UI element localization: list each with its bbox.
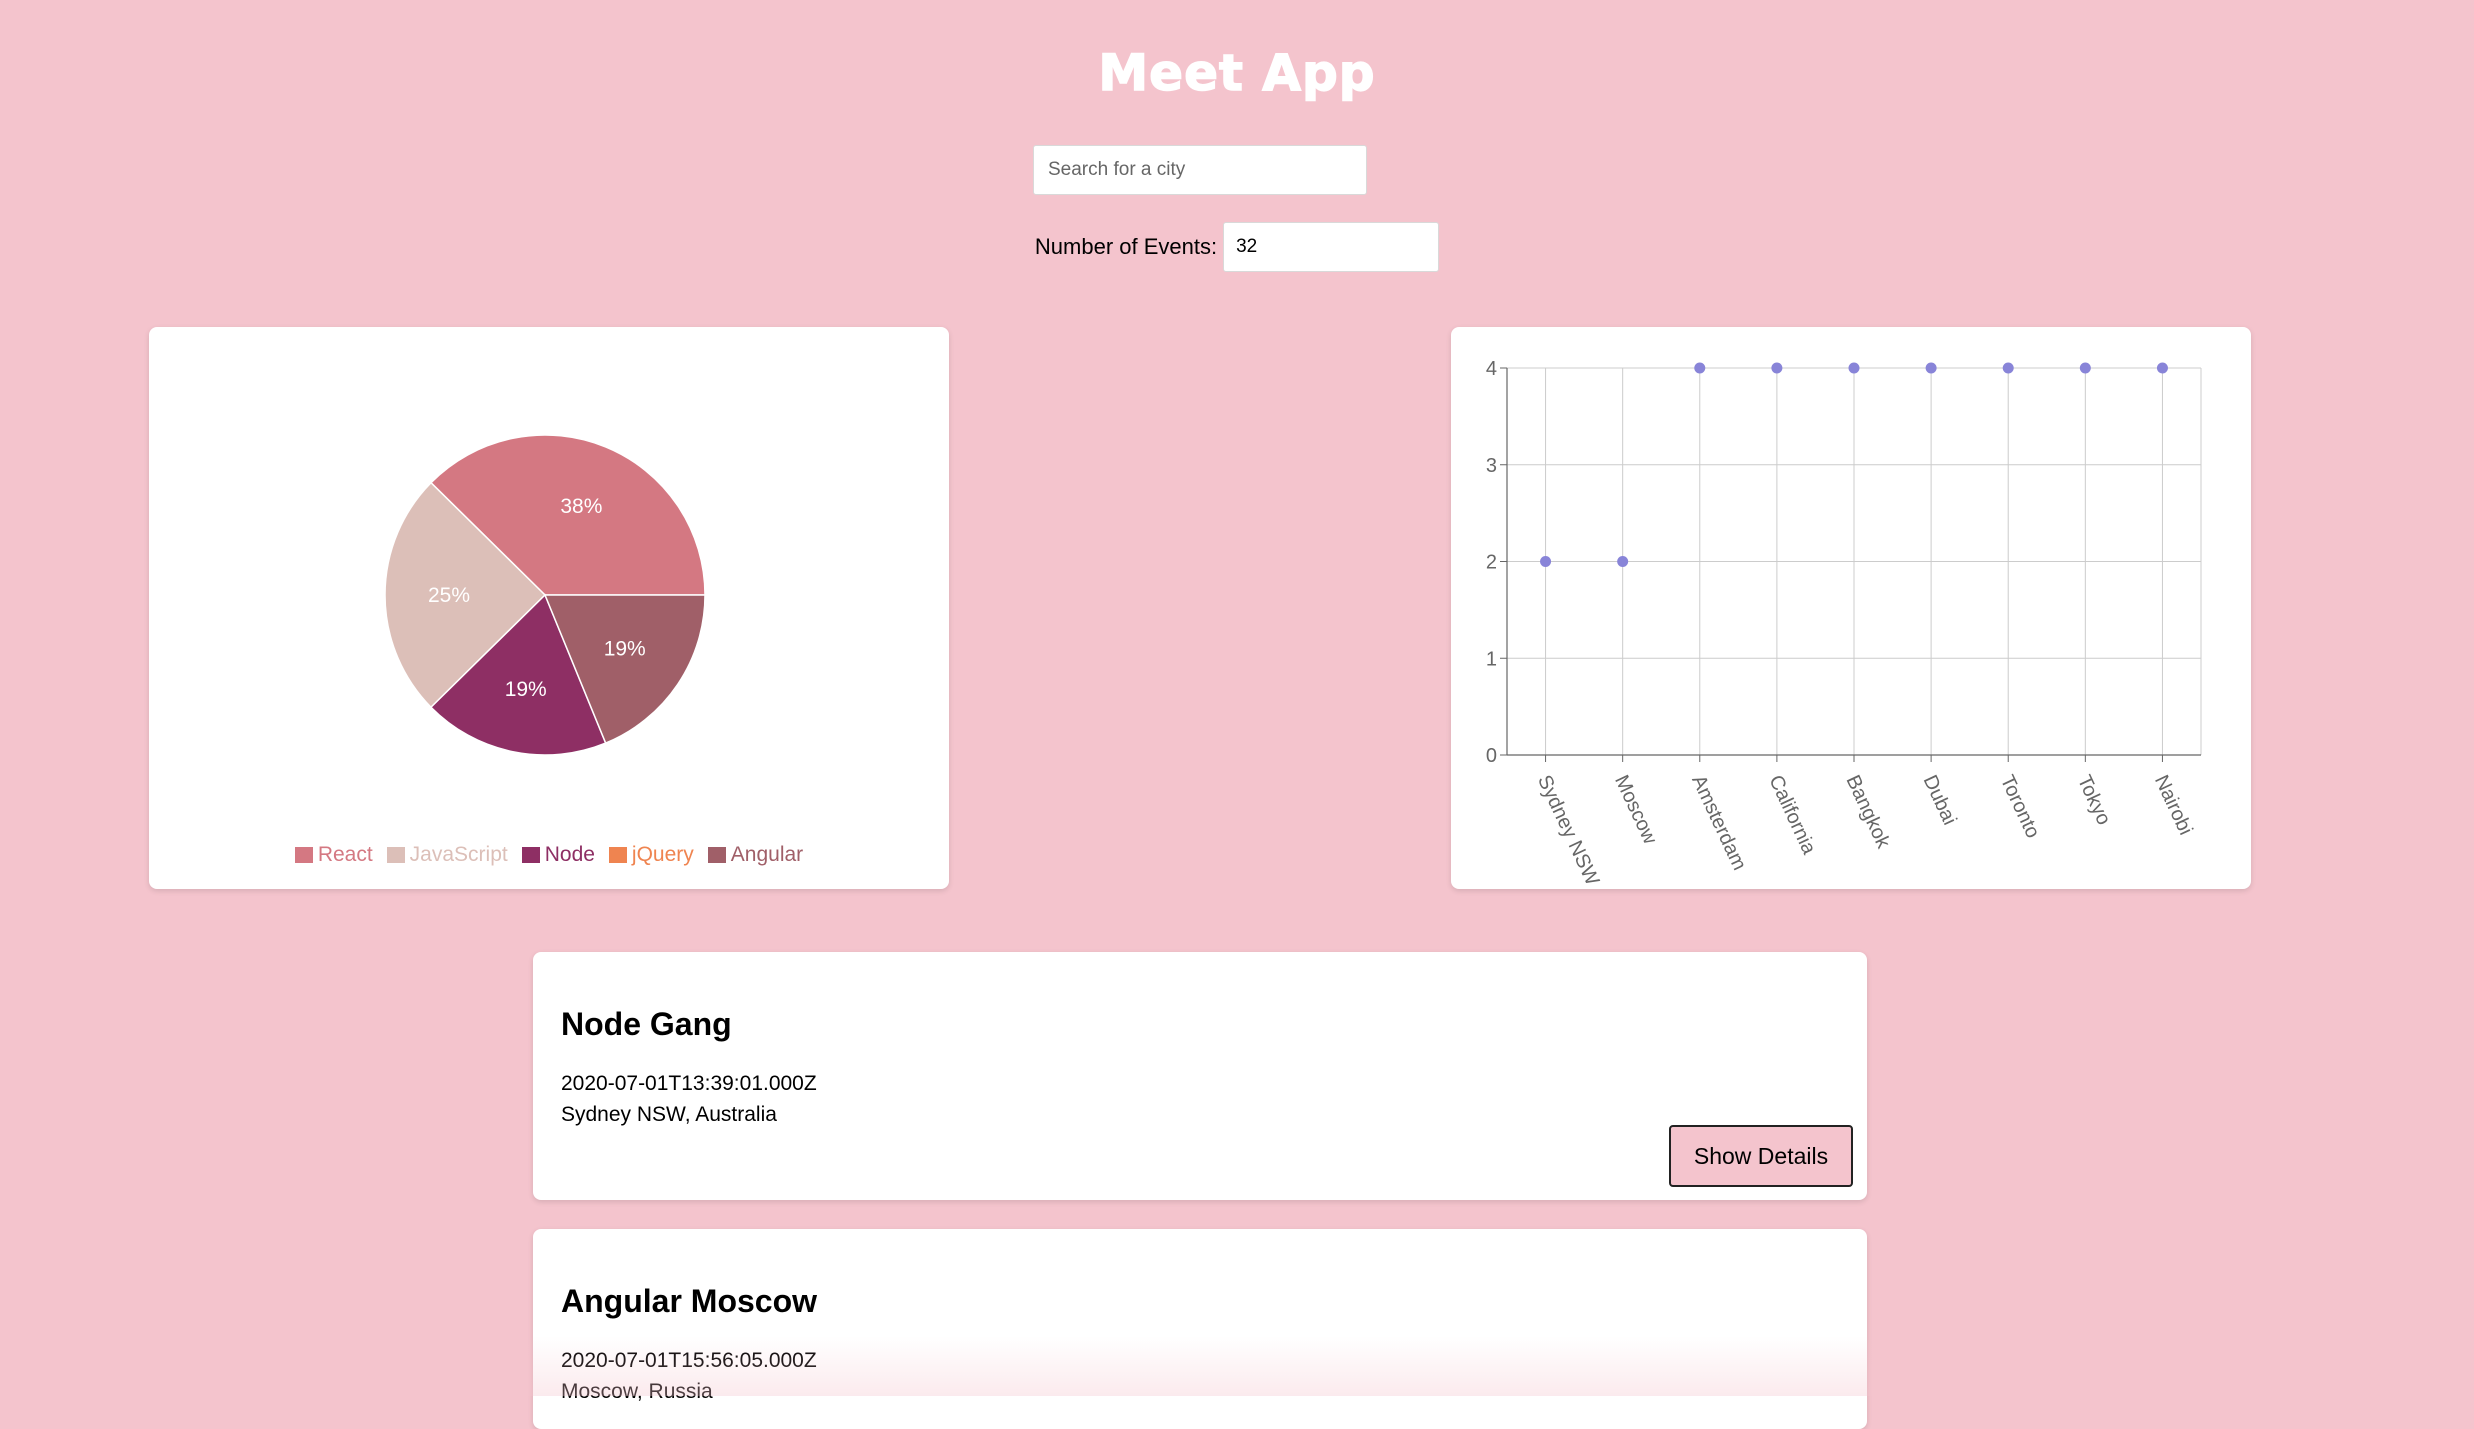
y-tick-label: 0 bbox=[1486, 745, 1497, 767]
x-tick-label: Toronto bbox=[1996, 772, 2044, 842]
legend-swatch bbox=[707, 847, 726, 863]
number-of-events-input[interactable] bbox=[1223, 222, 1440, 272]
legend-item-jquery: jQuery bbox=[608, 843, 694, 867]
legend-label: jQuery bbox=[631, 843, 694, 866]
legend-swatch bbox=[608, 847, 627, 863]
scatter-point-dubai bbox=[1925, 362, 1937, 374]
x-tick-label: Dubai bbox=[1919, 772, 1961, 829]
scatter-point-amsterdam bbox=[1694, 362, 1706, 374]
legend-label: Node bbox=[544, 843, 595, 866]
app-title: Meet App bbox=[1098, 43, 1376, 103]
y-tick-label: 1 bbox=[1486, 648, 1497, 670]
x-tick-label: Amsterdam bbox=[1687, 772, 1750, 874]
x-tick-label: Bangkok bbox=[1841, 772, 1894, 853]
scatter-point-california bbox=[1771, 362, 1783, 374]
scatter-point-bangkok bbox=[1848, 362, 1860, 374]
pie-slice-label: 19% bbox=[505, 678, 547, 701]
genre-pie-chart: 38% 25% 19% 19% bbox=[384, 434, 706, 756]
legend-item-angular: Angular bbox=[707, 843, 804, 867]
pie-slice-label: 19% bbox=[604, 637, 646, 660]
scatter-point-toronto bbox=[2002, 362, 2014, 374]
legend-swatch bbox=[521, 847, 540, 863]
event-card: Node Gang 2020-07-01T13:39:01.000Z Sydne… bbox=[533, 952, 1867, 1200]
city-search-input[interactable] bbox=[1033, 145, 1367, 195]
pie-slice-label: 25% bbox=[428, 584, 470, 607]
legend-label: React bbox=[317, 843, 373, 866]
legend-item-javascript: JavaScript bbox=[386, 843, 508, 867]
y-tick-label: 2 bbox=[1486, 552, 1497, 574]
scatter-point-sydney-nsw bbox=[1540, 556, 1552, 567]
city-scatter-chart: 0 1 2 3 4 Sydney NSW Moscow Amsterdam California… bbox=[1486, 358, 2202, 889]
event-name: Angular Moscow bbox=[561, 1283, 818, 1319]
scatter-point-nairobi bbox=[2156, 362, 2168, 374]
x-tick-label: California bbox=[1764, 772, 1820, 859]
event-date: 2020-07-01T13:39:01.000Z bbox=[561, 1072, 817, 1095]
legend-item-react: React bbox=[294, 843, 373, 867]
legend-swatch bbox=[386, 847, 405, 863]
x-tick-label: Nairobi bbox=[2150, 772, 2197, 839]
event-name: Node Gang bbox=[561, 1006, 732, 1042]
event-date: 2020-07-01T15:56:05.000Z bbox=[561, 1349, 817, 1372]
scatter-point-tokyo bbox=[2079, 362, 2091, 374]
y-tick-label: 3 bbox=[1486, 455, 1497, 477]
legend-item-node: Node bbox=[521, 843, 595, 867]
genre-pie-chart-card: 38% 25% 19% 19% React JavaScript Node jQuery An… bbox=[149, 327, 949, 889]
x-tick-label: Moscow bbox=[1610, 772, 1661, 848]
pie-legend: React JavaScript Node jQuery Angular bbox=[149, 843, 949, 867]
legend-label: JavaScript bbox=[409, 843, 508, 866]
legend-swatch bbox=[294, 847, 313, 863]
y-tick-label: 4 bbox=[1486, 358, 1497, 380]
event-location: Sydney NSW, Australia bbox=[561, 1103, 777, 1126]
city-scatter-chart-card: 0 1 2 3 4 Sydney NSW Moscow Amsterdam California… bbox=[1451, 327, 2251, 889]
x-tick-label: Sydney NSW bbox=[1533, 772, 1603, 889]
city-search bbox=[1033, 145, 1367, 195]
pie-slice-label: 38% bbox=[560, 495, 602, 518]
number-of-events-label: Number of Events: bbox=[1034, 234, 1218, 259]
show-details-button[interactable]: Show Details bbox=[1669, 1125, 1853, 1187]
event-card: Angular Moscow 2020-07-01T15:56:05.000Z … bbox=[533, 1229, 1867, 1429]
x-tick-label: Tokyo bbox=[2073, 772, 2115, 829]
number-of-events: Number of Events: bbox=[0, 222, 2474, 272]
event-location: Moscow, Russia bbox=[561, 1380, 713, 1403]
legend-label: Angular bbox=[730, 843, 804, 866]
scatter-point-moscow bbox=[1617, 556, 1629, 567]
